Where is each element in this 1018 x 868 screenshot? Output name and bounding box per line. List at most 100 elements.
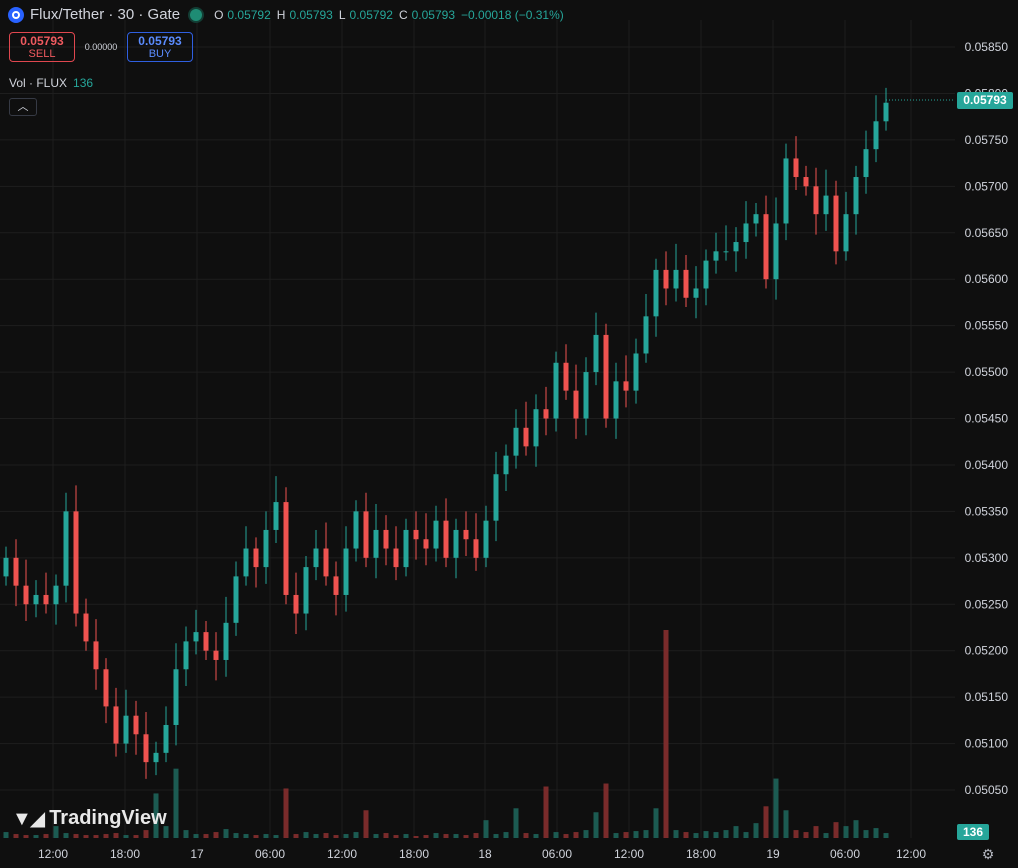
ohlc-change: −0.00018 (−0.31%)	[461, 7, 564, 22]
candle-body	[873, 121, 879, 150]
candle-body	[523, 427, 529, 447]
volume-bar	[313, 834, 319, 838]
volume-bar	[703, 831, 709, 838]
volume-bar	[533, 834, 539, 838]
candle-body	[223, 622, 229, 660]
volume-bar	[133, 835, 139, 838]
candle-body	[483, 520, 489, 558]
candle-body	[163, 724, 169, 753]
ohlc-close-key: C	[398, 7, 408, 22]
price-tick-label: 0.05450	[965, 412, 1009, 426]
candle-body	[133, 715, 139, 735]
time-axis[interactable]: 12:00 18:00 17 06:00 12:00 18:00 18 06:00 12:00 1…	[38, 847, 926, 861]
volume-bar	[713, 832, 719, 838]
volume-bar	[383, 833, 389, 838]
volume-bar	[873, 828, 879, 838]
candle-body	[453, 529, 459, 558]
volume-bar	[693, 833, 699, 838]
candle-body	[103, 669, 109, 707]
candle-body	[143, 734, 149, 763]
volume-bar	[303, 832, 309, 838]
candle-body	[13, 557, 19, 586]
candle-body	[563, 362, 569, 391]
candle-body	[443, 520, 449, 558]
volume-legend-label: Vol · FLUX	[9, 76, 68, 90]
candle-body	[653, 269, 659, 317]
volume-bar	[273, 835, 279, 838]
volume-bar	[723, 830, 729, 838]
candle-body	[783, 158, 789, 224]
volume-bar	[13, 834, 19, 838]
candle-body	[693, 288, 699, 298]
price-tick-label: 0.05250	[965, 597, 1009, 611]
time-tick-label: 12:00	[896, 847, 926, 861]
chevron-up-icon: ︿	[17, 101, 29, 113]
volume-bar	[73, 834, 79, 838]
price-tick-label: 0.05750	[965, 133, 1009, 147]
volume-bar	[113, 833, 119, 838]
candle-body	[593, 334, 599, 373]
price-tick-label: 0.05150	[965, 690, 1009, 704]
volume-bar	[253, 835, 259, 838]
candle-body	[3, 557, 9, 577]
price-tick-label: 0.05500	[965, 365, 1009, 379]
volume-bar	[103, 834, 109, 838]
candle-body	[183, 641, 189, 670]
price-chart[interactable]: 0.058500.058000.057500.057000.056500.056…	[0, 0, 1018, 868]
volume-bar	[763, 806, 769, 838]
gear-icon[interactable]: ⚙	[980, 846, 996, 862]
market-open-icon	[190, 8, 203, 21]
candle-body	[533, 409, 539, 447]
candle-body	[373, 529, 379, 558]
volume-bar	[813, 826, 819, 838]
volume-bar	[463, 835, 469, 838]
price-tick-label: 0.05700	[965, 179, 1009, 193]
candle-body	[813, 186, 819, 215]
candle-body	[233, 576, 239, 623]
candle-body	[53, 585, 59, 605]
volume-bar	[173, 768, 179, 838]
candle-body	[153, 752, 159, 763]
volume-bar	[853, 820, 859, 838]
candle-body	[263, 529, 269, 568]
volume-bar	[403, 834, 409, 838]
candle-body	[493, 474, 499, 521]
time-tick-label: 17	[190, 847, 204, 861]
candle-body	[353, 511, 359, 549]
candle-body	[683, 269, 689, 298]
volume-bar	[233, 833, 239, 838]
volume-bar	[243, 834, 249, 838]
volume-bar	[183, 830, 189, 838]
candle-body	[23, 585, 29, 605]
candle-body	[803, 177, 809, 187]
volume-bar	[613, 833, 619, 838]
buy-button[interactable]: 0.05793 BUY	[127, 32, 193, 62]
last-price-value: 0.05793	[963, 93, 1007, 107]
price-axis[interactable]: 0.058500.058000.057500.057000.056500.056…	[965, 40, 1009, 797]
trade-buttons: 0.05793 SELL 0.00000 0.05793 BUY	[9, 32, 193, 62]
volume-bar	[753, 823, 759, 838]
sell-button[interactable]: 0.05793 SELL	[9, 32, 75, 62]
sell-price: 0.05793	[20, 34, 64, 48]
collapse-legend-button[interactable]: ︿	[9, 98, 37, 116]
volume-bar	[203, 834, 209, 838]
candle-body	[213, 650, 219, 660]
candle-body	[43, 594, 49, 605]
symbol-title[interactable]: Flux/Tether · 30 · Gate	[30, 6, 180, 23]
price-tick-label: 0.05200	[965, 644, 1009, 658]
price-tick-label: 0.05300	[965, 551, 1009, 565]
volume-bar	[423, 835, 429, 838]
buy-label: BUY	[148, 48, 172, 60]
tradingview-logo[interactable]: ▼◢ TradingView	[12, 806, 167, 831]
volume-bar	[523, 833, 529, 838]
volume-bar	[503, 832, 509, 838]
volume-bar	[223, 829, 229, 838]
volume-bar	[43, 834, 49, 838]
volume-legend[interactable]: Vol · FLUX 136	[9, 76, 93, 90]
candle-body	[463, 529, 469, 540]
volume-bar	[553, 832, 559, 838]
volume-bar	[343, 834, 349, 838]
candle-body	[173, 669, 179, 725]
candle-body	[363, 511, 369, 558]
candle-body	[753, 214, 759, 224]
